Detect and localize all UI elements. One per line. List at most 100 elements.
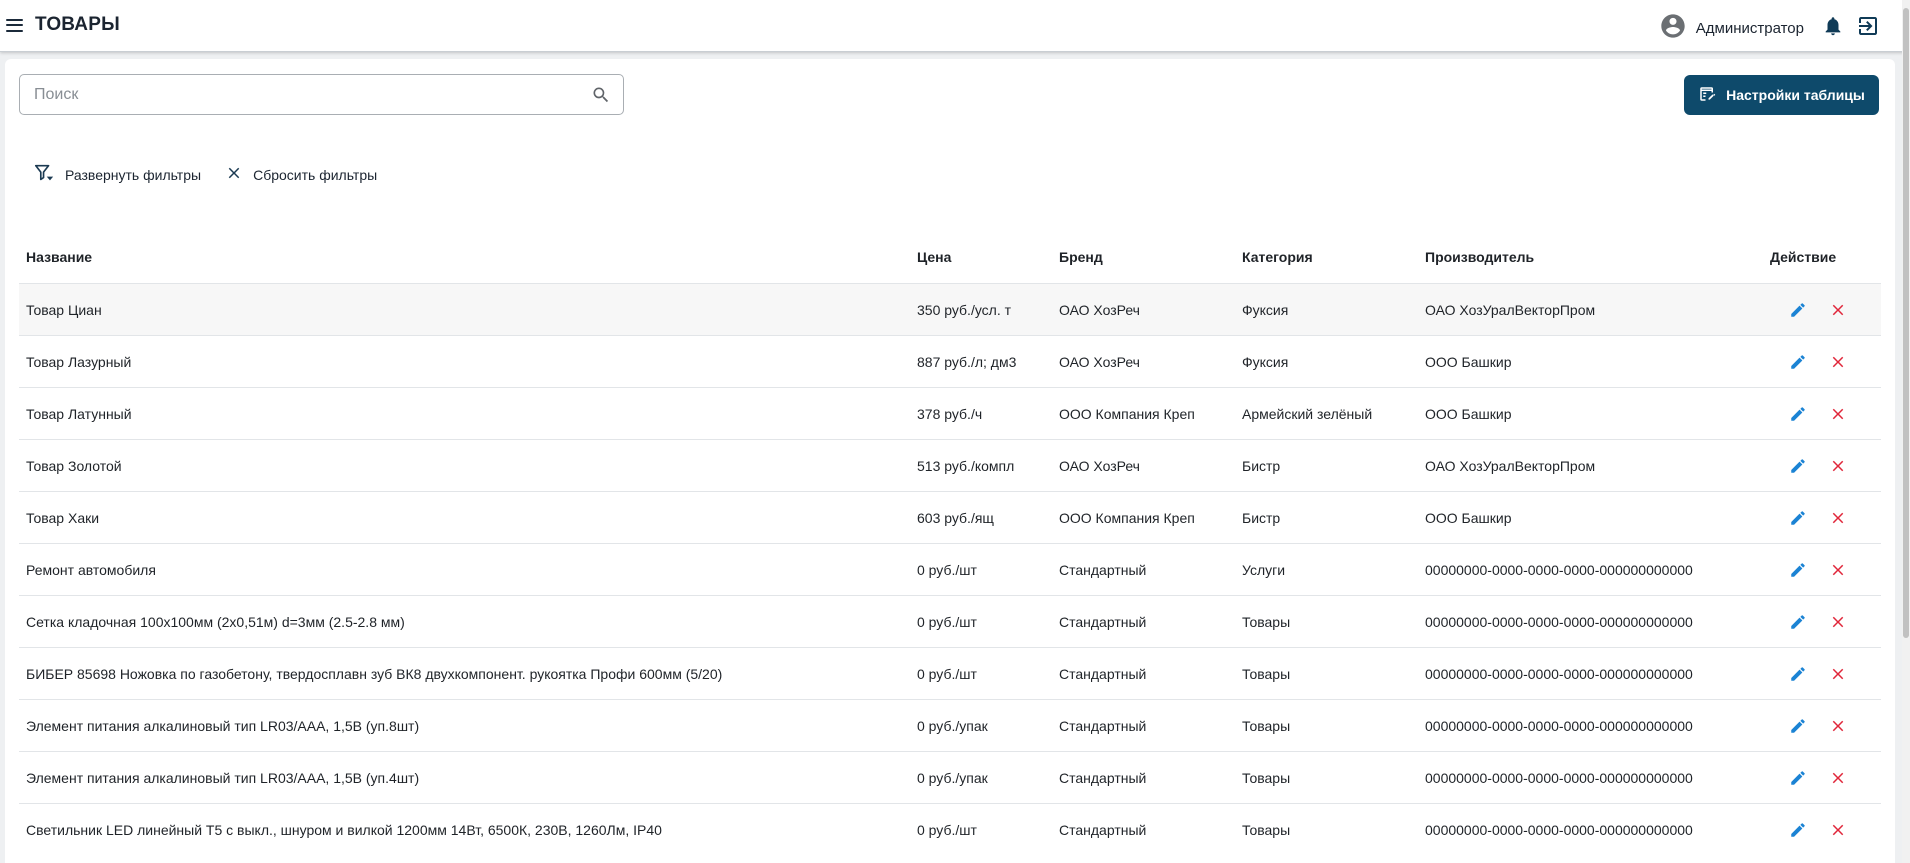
column-header-brand[interactable]: Бренд [1053, 249, 1236, 265]
table-body: Товар Циан 350 руб./усл. т ОАО ХозРеч Фукси… [19, 283, 1881, 855]
search-field[interactable] [19, 74, 624, 115]
close-delete-icon[interactable] [1829, 457, 1847, 475]
cell-manufacturer: 00000000-0000-0000-0000-000000000000 [1425, 665, 1693, 682]
account-circle-icon [1659, 12, 1687, 45]
page-scrollbar[interactable] [1902, 0, 1910, 863]
cell-price: 378 руб./ч [917, 405, 983, 422]
cell-name: БИБЕР 85698 Ножовка по газобетону, тверд… [26, 665, 723, 682]
close-icon [225, 164, 243, 185]
table-row[interactable]: Ремонт автомобиля 0 руб./шт Стандартный Усл… [19, 543, 1881, 595]
reset-filters-label: Сбросить фильтры [253, 166, 378, 183]
table-row[interactable]: Элемент питания алкалиновый тип LR03/AAA… [19, 751, 1881, 803]
search-icon[interactable] [591, 85, 611, 110]
cell-brand: Стандартный [1059, 769, 1147, 786]
column-header-category[interactable]: Категория [1236, 249, 1419, 265]
pencil-edit-icon[interactable] [1789, 717, 1807, 735]
products-table: Название Цена Бренд Категория Производит… [19, 231, 1881, 855]
pencil-edit-icon[interactable] [1789, 353, 1807, 371]
pencil-edit-icon[interactable] [1789, 457, 1807, 475]
cell-actions [1767, 769, 1881, 787]
cell-manufacturer: 00000000-0000-0000-0000-000000000000 [1425, 717, 1693, 734]
pencil-edit-icon[interactable] [1789, 821, 1807, 839]
cell-price: 0 руб./шт [917, 613, 977, 630]
cell-name: Сетка кладочная 100х100мм (2х0,51м) d=3м… [26, 613, 405, 630]
table-row[interactable]: Товар Золотой 513 руб./компл ОАО ХозРеч Бис… [19, 439, 1881, 491]
close-delete-icon[interactable] [1829, 665, 1847, 683]
cell-category: Товары [1242, 665, 1291, 682]
column-header-action: Действие [1770, 249, 1837, 265]
cell-name: Элемент питания алкалиновый тип LR03/AAA… [26, 717, 420, 734]
cell-actions [1767, 301, 1881, 319]
cell-manufacturer: ОАО ХозУралВекторПром [1425, 301, 1596, 318]
cell-brand: Стандартный [1059, 717, 1147, 734]
cell-price: 513 руб./компл [917, 457, 1015, 474]
table-settings-button[interactable]: Настройки таблицы [1684, 75, 1879, 115]
pencil-edit-icon[interactable] [1789, 561, 1807, 579]
user-menu[interactable]: Администратор [1659, 12, 1804, 45]
cell-brand: ООО Компания Креп [1059, 405, 1195, 422]
pencil-edit-icon[interactable] [1789, 301, 1807, 319]
cell-actions [1767, 353, 1881, 371]
page-title: ТОВАРЫ [35, 14, 120, 35]
cell-actions [1767, 665, 1881, 683]
content-card: Настройки таблицы Развернуть фильтры Сбр… [5, 59, 1895, 863]
menu-icon[interactable] [6, 15, 26, 35]
close-delete-icon[interactable] [1829, 405, 1847, 423]
pencil-edit-icon[interactable] [1789, 665, 1807, 683]
search-input[interactable] [34, 75, 574, 114]
cell-manufacturer: ООО Башкир [1425, 405, 1512, 422]
cell-name: Товар Латунный [26, 405, 132, 422]
cell-category: Армейский зелёный [1242, 405, 1373, 422]
column-header-price[interactable]: Цена [911, 249, 1053, 265]
cell-name: Товар Хаки [26, 509, 100, 526]
table-row[interactable]: Светильник LED линейный Т5 с выкл., шнур… [19, 803, 1881, 855]
cell-manufacturer: ООО Башкир [1425, 509, 1512, 526]
cell-brand: Стандартный [1059, 665, 1147, 682]
cell-price: 350 руб./усл. т [917, 301, 1012, 318]
filter-toolbar: Развернуть фильтры Сбросить фильтры [33, 162, 377, 187]
expand-filters-button[interactable]: Развернуть фильтры [33, 162, 201, 187]
bell-icon[interactable] [1822, 15, 1844, 42]
cell-name: Товар Золотой [26, 457, 122, 474]
table-row[interactable]: Товар Латунный 378 руб./ч ООО Компания Кре… [19, 387, 1881, 439]
cell-brand: Стандартный [1059, 561, 1147, 578]
table-row[interactable]: Товар Циан 350 руб./усл. т ОАО ХозРеч Фукси… [19, 283, 1881, 335]
pencil-edit-icon[interactable] [1789, 405, 1807, 423]
table-settings-icon [1698, 85, 1716, 106]
column-header-name[interactable]: Название [19, 249, 911, 265]
close-delete-icon[interactable] [1829, 717, 1847, 735]
close-delete-icon[interactable] [1829, 821, 1847, 839]
table-row[interactable]: Товар Хаки 603 руб./ящ ООО Компания Креп Би… [19, 491, 1881, 543]
reset-filters-button[interactable]: Сбросить фильтры [225, 164, 377, 185]
cell-actions [1767, 457, 1881, 475]
close-delete-icon[interactable] [1829, 769, 1847, 787]
close-delete-icon[interactable] [1829, 301, 1847, 319]
cell-brand: ООО Компания Креп [1059, 509, 1195, 526]
cell-brand: Стандартный [1059, 821, 1147, 838]
cell-price: 887 руб./л; дм3 [917, 353, 1017, 370]
close-delete-icon[interactable] [1829, 561, 1847, 579]
user-name: Администратор [1695, 20, 1804, 37]
scrollbar-thumb[interactable] [1903, 8, 1909, 638]
logout-icon[interactable] [1856, 14, 1880, 43]
cell-brand: Стандартный [1059, 613, 1147, 630]
column-header-manufacturer[interactable]: Производитель [1419, 249, 1767, 265]
cell-manufacturer: 00000000-0000-0000-0000-000000000000 [1425, 769, 1693, 786]
pencil-edit-icon[interactable] [1789, 613, 1807, 631]
table-row[interactable]: Элемент питания алкалиновый тип LR03/AAA… [19, 699, 1881, 751]
pencil-edit-icon[interactable] [1789, 769, 1807, 787]
cell-price: 0 руб./упак [917, 769, 988, 786]
cell-actions [1767, 717, 1881, 735]
table-row[interactable]: БИБЕР 85698 Ножовка по газобетону, тверд… [19, 647, 1881, 699]
close-delete-icon[interactable] [1829, 613, 1847, 631]
table-row[interactable]: Товар Лазурный 887 руб./л; дм3 ОАО ХозРеч Ф… [19, 335, 1881, 387]
table-row[interactable]: Сетка кладочная 100х100мм (2х0,51м) d=3м… [19, 595, 1881, 647]
cell-manufacturer: 00000000-0000-0000-0000-000000000000 [1425, 613, 1693, 630]
cell-name: Товар Лазурный [26, 353, 132, 370]
pencil-edit-icon[interactable] [1789, 509, 1807, 527]
cell-price: 0 руб./упак [917, 717, 988, 734]
cell-name: Элемент питания алкалиновый тип LR03/AAA… [26, 769, 420, 786]
cell-manufacturer: ОАО ХозУралВекторПром [1425, 457, 1596, 474]
close-delete-icon[interactable] [1829, 353, 1847, 371]
close-delete-icon[interactable] [1829, 509, 1847, 527]
